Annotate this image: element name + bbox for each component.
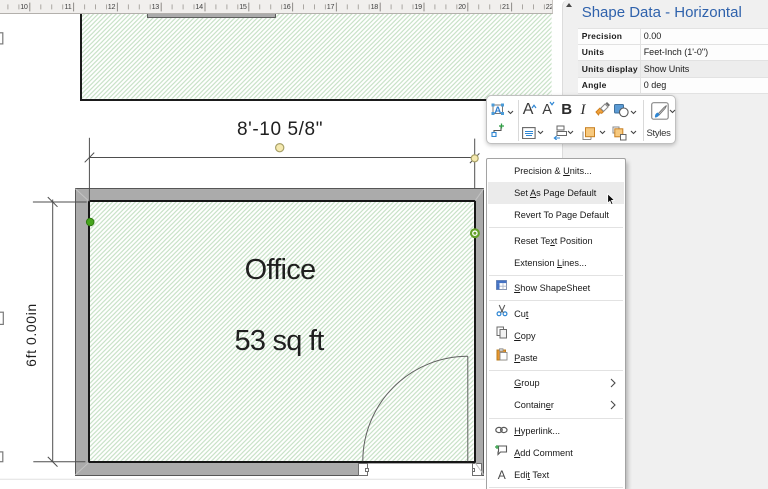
svg-text:A: A (494, 105, 501, 116)
